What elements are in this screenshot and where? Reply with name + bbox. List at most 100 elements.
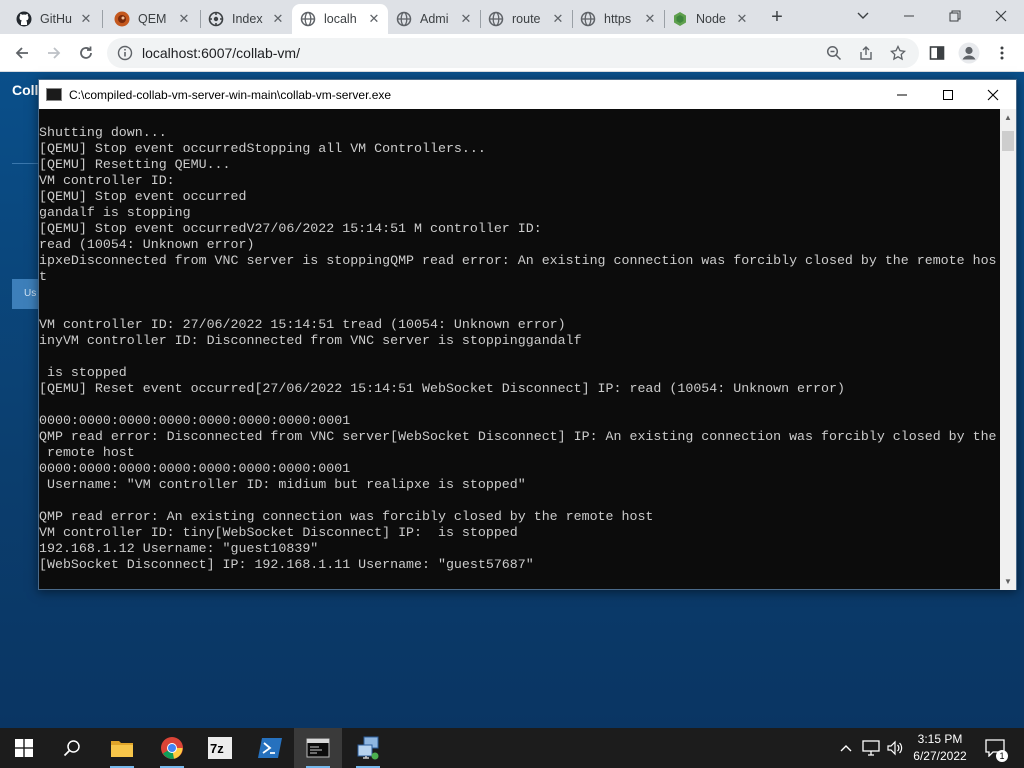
file-explorer-icon[interactable] (98, 728, 146, 768)
svg-text:7z: 7z (210, 741, 224, 756)
globe-icon (488, 11, 504, 27)
tab-node[interactable]: Node ✕ (664, 4, 756, 34)
console-scrollbar[interactable]: ▲ ▼ (1000, 109, 1016, 590)
start-icon[interactable] (0, 728, 48, 768)
console-line: VM controller ID: (39, 173, 175, 188)
back-icon[interactable] (9, 40, 35, 66)
tab-github[interactable]: GitHu ✕ (8, 4, 100, 34)
tab-localhost[interactable]: localh ✕ (292, 4, 388, 34)
console-line: QMP read error: Disconnected from VNC se… (39, 429, 997, 444)
console-app-icon (46, 88, 62, 101)
close-tab-icon[interactable]: ✕ (366, 11, 382, 27)
close-tab-icon[interactable]: ✕ (550, 11, 566, 27)
search-icon[interactable] (48, 728, 96, 768)
console-line: QMP read error: An existing connection w… (39, 509, 654, 524)
index-icon (208, 11, 224, 27)
globe-icon (396, 11, 412, 27)
zoom-icon[interactable] (821, 40, 847, 66)
tab-title: Index (232, 12, 263, 26)
console-maximize-icon[interactable] (925, 80, 971, 109)
profile-avatar-icon[interactable] (956, 40, 982, 66)
browser-menu-icon[interactable] (989, 40, 1015, 66)
close-tab-icon[interactable]: ✕ (458, 11, 474, 27)
console-line: Shutting down... (39, 125, 167, 140)
forward-icon[interactable] (41, 40, 67, 66)
console-line: VM controller ID: 27/06/2022 15:14:51 tr… (39, 317, 566, 332)
powershell-icon[interactable] (246, 728, 294, 768)
console-minimize-icon[interactable] (879, 80, 925, 109)
console-line: [WebSocket Disconnect] IP: 192.168.1.11 … (39, 557, 534, 572)
console-line: gandalf is stopping (39, 205, 191, 220)
console-line: t (39, 269, 47, 284)
tab-title: Node (696, 12, 726, 26)
network-icon[interactable] (860, 728, 882, 768)
notifications-icon[interactable]: 1 (980, 728, 1010, 768)
address-bar[interactable]: localhost:6007/collab-vm/ (107, 38, 919, 68)
restore-icon[interactable] (943, 4, 967, 28)
globe-icon (580, 11, 596, 27)
clock-time: 3:15 PM (917, 732, 963, 746)
taskbar-clock[interactable]: 3:15 PM 6/27/2022 (905, 731, 975, 765)
share-icon[interactable] (853, 40, 879, 66)
notification-count-badge: 1 (996, 750, 1008, 762)
console-close-icon[interactable] (970, 80, 1016, 109)
close-window-icon[interactable] (989, 4, 1013, 28)
7zip-icon[interactable]: 7z (196, 728, 244, 768)
console-line: 192.168.1.12 Username: "guest10839" (39, 541, 319, 556)
close-tab-icon[interactable]: ✕ (176, 11, 192, 27)
scrollbar-thumb[interactable] (1002, 131, 1014, 151)
console-line: 0000:0000:0000:0000:0000:0000:0000:0001 (39, 413, 351, 428)
network-app-icon[interactable] (344, 728, 392, 768)
close-tab-icon[interactable]: ✕ (734, 11, 750, 27)
tab-admin[interactable]: Admi ✕ (388, 4, 480, 34)
tab-title: localh (324, 12, 357, 26)
volume-icon[interactable] (884, 728, 906, 768)
browser-toolbar: localhost:6007/collab-vm/ (0, 34, 1024, 72)
close-tab-icon[interactable]: ✕ (270, 11, 286, 27)
console-line: ipxeDisconnected from VNC server is stop… (39, 253, 997, 268)
console-line: inyVM controller ID: Disconnected from V… (39, 333, 582, 348)
new-tab-button[interactable]: + (765, 6, 789, 30)
tab-qemu[interactable]: QEM ✕ (106, 4, 198, 34)
tab-search-icon[interactable] (851, 4, 875, 28)
console-line: [QEMU] Resetting QEMU... (39, 157, 231, 172)
bookmark-star-icon[interactable] (885, 40, 911, 66)
nodejs-icon (672, 11, 688, 27)
tab-title: Admi (420, 12, 449, 26)
console-title: C:\compiled-collab-vm-server-win-main\co… (69, 88, 392, 102)
tab-https[interactable]: https ✕ (572, 4, 664, 34)
site-info-icon[interactable] (117, 45, 133, 64)
scroll-down-arrow-icon[interactable]: ▼ (1000, 573, 1016, 590)
side-panel-icon[interactable] (924, 40, 950, 66)
clock-date: 6/27/2022 (913, 749, 967, 763)
console-line: is stopped (39, 365, 127, 380)
tab-route[interactable]: route ✕ (480, 4, 572, 34)
tab-title: https (604, 12, 632, 26)
browser-tab-strip: GitHu ✕ QEM ✕ Index ✕ localh ✕ Admi ✕ ro… (0, 0, 1024, 34)
show-hidden-icons-icon[interactable] (836, 728, 856, 768)
chrome-icon[interactable] (148, 728, 196, 768)
scroll-up-arrow-icon[interactable]: ▲ (1000, 109, 1016, 126)
tab-title: QEM (138, 12, 167, 26)
console-app-icon[interactable] (294, 728, 342, 768)
close-tab-icon[interactable]: ✕ (642, 11, 658, 27)
tab-title: GitHu (40, 12, 72, 26)
reload-icon[interactable] (73, 40, 99, 66)
close-tab-icon[interactable]: ✕ (78, 11, 94, 27)
console-line: Username: "VM controller ID: midium but … (39, 477, 526, 492)
globe-icon (300, 11, 316, 27)
console-output[interactable]: Shutting down... [QEMU] Stop event occurr… (39, 125, 1000, 590)
console-line: [QEMU] Reset event occurred[27/06/2022 1… (39, 381, 845, 396)
console-line: 0000:0000:0000:0000:0000:0000:0000:0001 (39, 461, 351, 476)
url-text[interactable]: localhost:6007/collab-vm/ (142, 45, 300, 61)
tab-index[interactable]: Index ✕ (200, 4, 292, 34)
minimize-icon[interactable] (897, 4, 921, 28)
console-line: remote host (39, 445, 135, 460)
console-line: [QEMU] Stop event occurredV27/06/2022 15… (39, 221, 542, 236)
console-title-bar[interactable]: C:\compiled-collab-vm-server-win-main\co… (39, 80, 1016, 109)
